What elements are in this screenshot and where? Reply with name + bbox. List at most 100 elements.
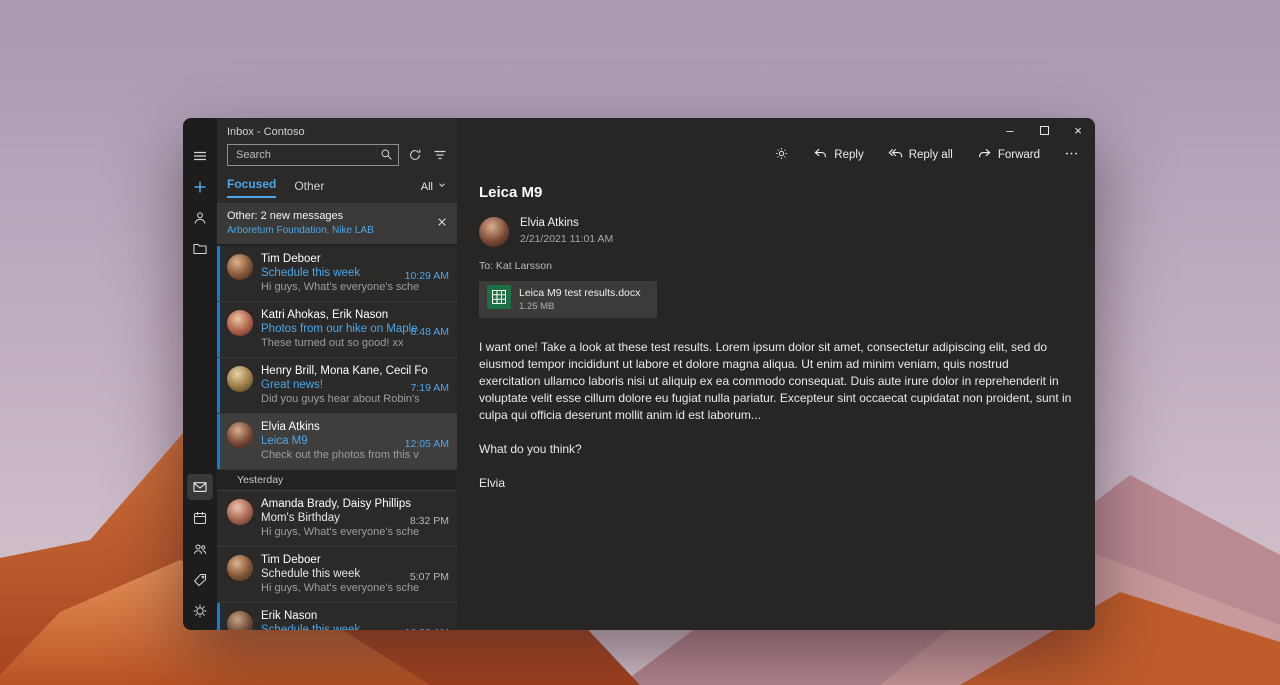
forward-button[interactable]: Forward — [977, 146, 1040, 164]
message-list-item[interactable]: Erik Nason Schedule this week 10:29 AM — [217, 603, 457, 630]
message-preview: These turned out so good! xx — [261, 337, 404, 349]
message-list-item[interactable]: Katri Ahokas, Erik Nason Photos from our… — [217, 302, 457, 358]
mail-app-window: Inbox - Contoso Focused Other All Other: — [183, 118, 1095, 630]
reply-all-button[interactable]: Reply all — [888, 146, 953, 164]
avatar — [227, 611, 253, 630]
message-list-item[interactable]: Henry Brill, Mona Kane, Cecil Fo Great n… — [217, 358, 457, 414]
message-time: 12:05 AM — [404, 438, 449, 450]
nav-calendar-button[interactable] — [183, 502, 217, 533]
message-list: Tim Deboer Schedule this week Hi guys, W… — [217, 246, 457, 630]
banner-title: Other: 2 new messages — [227, 210, 344, 222]
avatar — [227, 422, 253, 448]
avatar — [227, 366, 253, 392]
other-messages-banner[interactable]: Other: 2 new messages Arboretum Foundati… — [217, 203, 457, 246]
forward-icon — [977, 146, 992, 164]
message-body: I want one! Take a look at these test re… — [479, 339, 1073, 492]
message-list-item[interactable]: Tim Deboer Schedule this week Hi guys, W… — [217, 547, 457, 603]
message-sender: Henry Brill, Mona Kane, Cecil Fo — [261, 365, 428, 377]
message-preview: Hi guys, What's everyone's sche — [261, 281, 420, 293]
unread-indicator — [217, 358, 220, 413]
gear-icon — [192, 603, 208, 619]
message-list-item[interactable]: Amanda Brady, Daisy Phillips Mom's Birth… — [217, 491, 457, 547]
accounts-button[interactable] — [183, 202, 217, 233]
search-input[interactable] — [227, 144, 399, 166]
sent-datetime: 2/21/2021 11:01 AM — [520, 233, 614, 245]
more-actions-button[interactable] — [1064, 146, 1079, 164]
reply-icon — [813, 146, 828, 164]
mailbox-title: Inbox - Contoso — [227, 126, 305, 138]
unread-indicator — [217, 246, 220, 301]
tab-focused[interactable]: Focused — [227, 177, 277, 198]
excel-file-icon — [487, 285, 511, 314]
message-time: 8:32 PM — [409, 515, 449, 527]
attachment-chip[interactable]: Leica M9 test results.docx 1.25 MB — [479, 281, 657, 318]
attachment-size: 1.25 MB — [519, 301, 555, 312]
nav-todo-button[interactable] — [183, 564, 217, 595]
inbox-tabs: Focused Other All — [217, 166, 457, 198]
sender-row: Elvia Atkins 2/21/2021 11:01 AM — [479, 217, 1073, 247]
recipient-line: To: Kat Larsson — [479, 260, 552, 272]
message-time: 10:29 AM — [405, 627, 449, 630]
message-time: 10:29 AM — [404, 270, 449, 282]
message-view: Leica M9 Elvia Atkins 2/21/2021 11:01 AM… — [457, 168, 1095, 492]
sun-icon — [774, 146, 789, 164]
nav-settings-button[interactable] — [183, 595, 217, 626]
navigation-rail — [183, 118, 217, 630]
window-controls: – × — [993, 118, 1095, 143]
message-preview: Check out the photos from this v — [261, 449, 419, 461]
folders-button[interactable] — [183, 233, 217, 264]
search-row — [217, 144, 457, 166]
reading-pane: – × Reply Reply all Forward Leica M9 Elv… — [457, 118, 1095, 630]
avatar — [227, 499, 253, 525]
message-sender: Amanda Brady, Daisy Phillips — [261, 498, 411, 510]
reply-button[interactable]: Reply — [813, 146, 864, 164]
message-preview: Hi guys, What's everyone's sche — [261, 526, 420, 538]
filter-all-label: All — [420, 180, 433, 193]
message-toolbar: Reply Reply all Forward — [457, 142, 1079, 168]
avatar — [227, 254, 253, 280]
message-list-item[interactable]: Tim Deboer Schedule this week Hi guys, W… — [217, 246, 457, 302]
message-list-panel: Inbox - Contoso Focused Other All Other: — [217, 118, 457, 630]
tag-icon — [192, 572, 208, 588]
sender-avatar — [479, 217, 509, 247]
forward-label: Forward — [997, 149, 1040, 161]
close-button[interactable]: × — [1061, 118, 1095, 143]
menu-button[interactable] — [183, 140, 217, 171]
hamburger-icon — [192, 148, 208, 164]
unread-indicator — [217, 414, 220, 469]
plus-icon — [192, 179, 208, 195]
message-time: 8:48 AM — [410, 326, 449, 338]
message-time: 5:07 PM — [409, 571, 449, 583]
calendar-icon — [192, 510, 208, 526]
sync-icon[interactable] — [406, 146, 424, 164]
message-sender: Tim Deboer — [261, 253, 321, 265]
attachment-name: Leica M9 test results.docx — [519, 287, 641, 299]
new-mail-button[interactable] — [183, 171, 217, 202]
minimize-button[interactable]: – — [993, 118, 1027, 143]
reply-all-icon — [888, 146, 903, 164]
message-sender: Katri Ahokas, Erik Nason — [261, 309, 389, 321]
mail-icon — [187, 473, 213, 500]
filter-all-dropdown[interactable]: All — [421, 180, 447, 198]
tab-other[interactable]: Other — [294, 179, 324, 198]
sun-button[interactable] — [774, 146, 789, 164]
reply-label: Reply — [834, 149, 864, 161]
search-icon[interactable] — [379, 147, 394, 167]
nav-mail-button[interactable] — [183, 471, 217, 502]
message-preview: Hi guys, What's everyone's sche — [261, 582, 420, 594]
maximize-button[interactable] — [1027, 118, 1061, 143]
unread-indicator — [217, 603, 220, 630]
message-subject-title: Leica M9 — [479, 184, 543, 201]
folder-icon — [192, 241, 208, 257]
message-time: 7:19 AM — [410, 382, 449, 394]
nav-people-button[interactable] — [183, 533, 217, 564]
message-sender: Erik Nason — [261, 610, 318, 622]
body-paragraph: I want one! Take a look at these test re… — [479, 340, 1072, 423]
people-icon — [192, 541, 208, 557]
filter-icon[interactable] — [431, 146, 449, 164]
banner-close-icon[interactable] — [436, 215, 448, 233]
message-list-item-selected[interactable]: Elvia Atkins Leica M9 Check out the phot… — [217, 414, 457, 470]
message-sender: Elvia Atkins — [261, 421, 320, 433]
unread-indicator — [217, 302, 220, 357]
body-question: What do you think? — [479, 442, 582, 457]
